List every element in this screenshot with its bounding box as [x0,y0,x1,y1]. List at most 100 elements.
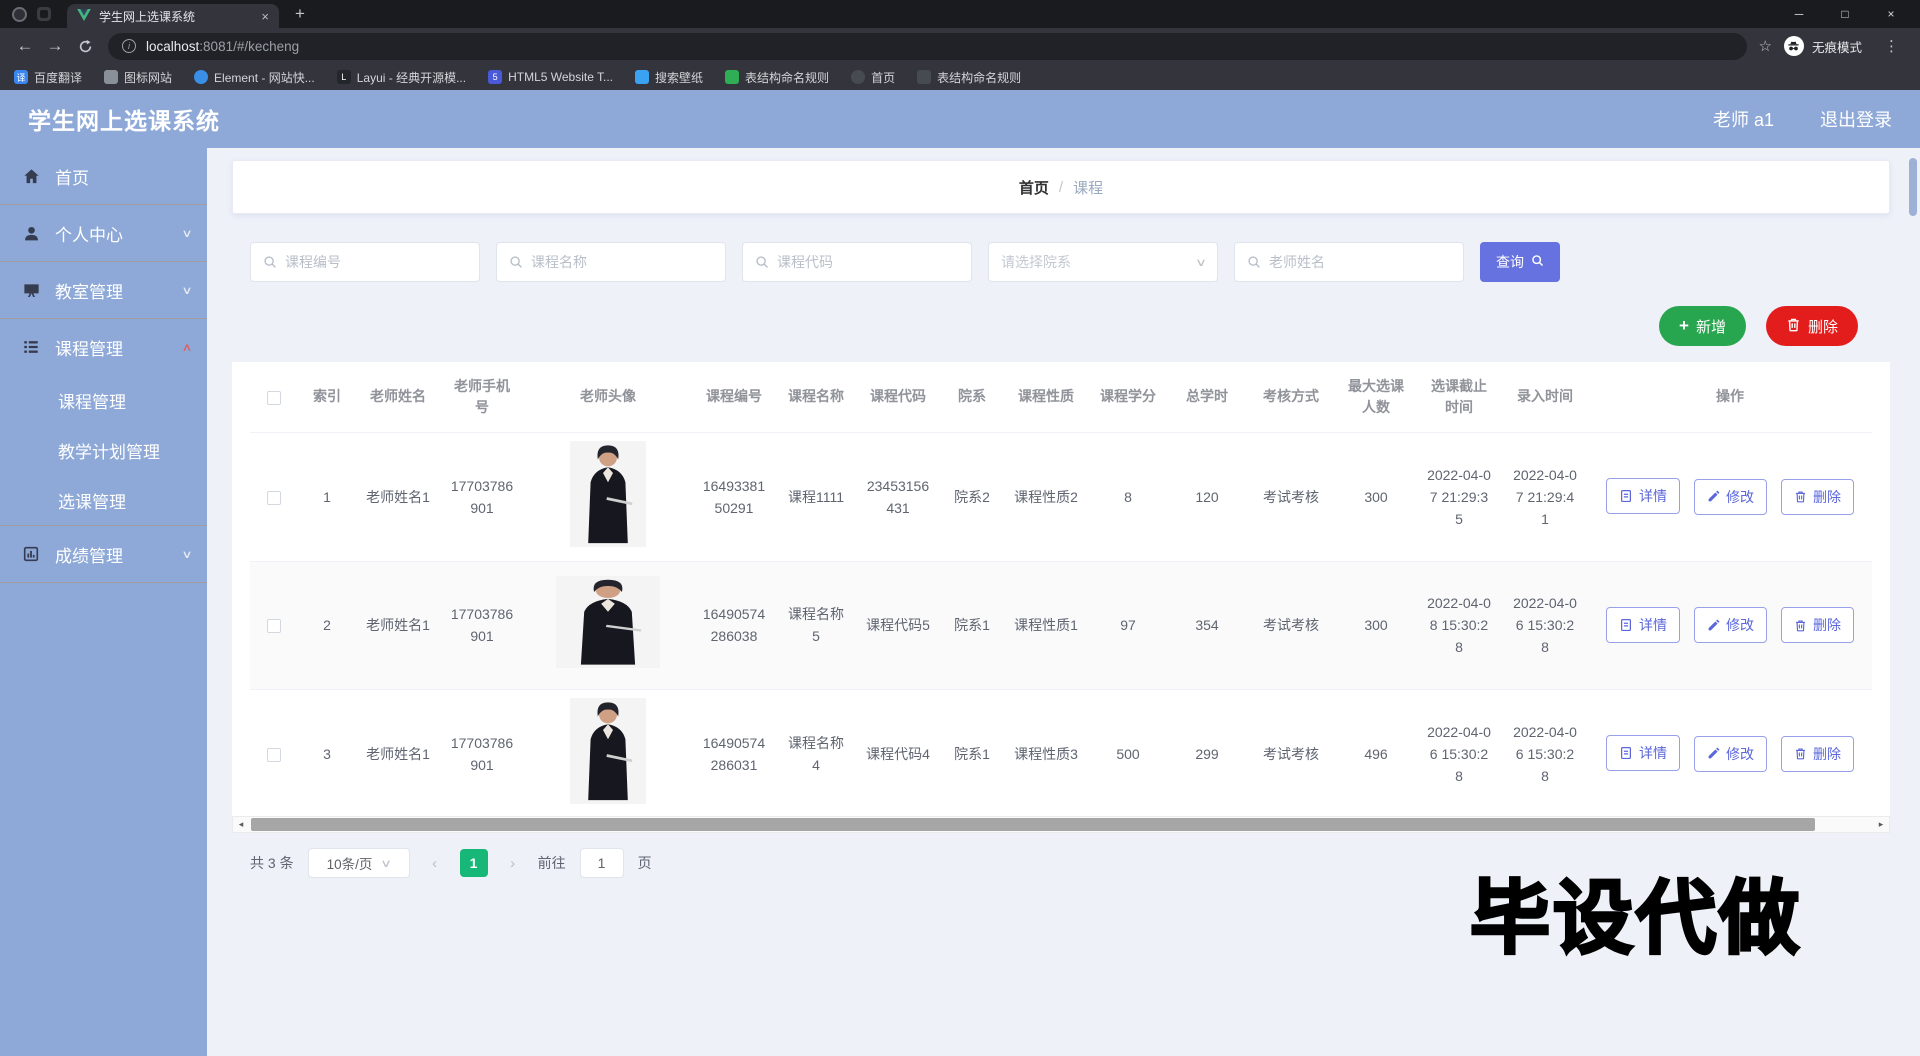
window-close-button[interactable]: × [1868,7,1914,21]
cell-entry_time: 2022-04-06 15:30:28 [1502,561,1588,690]
course-no-filter[interactable] [250,242,480,282]
cell-teacher_avatar [524,689,692,819]
course-code-filter[interactable] [742,242,972,282]
table-actions: + 新增 删除 [1659,306,1858,346]
new-tab-button[interactable]: + [295,4,305,24]
tab-close-icon[interactable]: × [261,9,269,24]
classroom-icon [22,280,42,300]
delete-button-label: 删除 [1813,488,1841,505]
cell-deadline: 2022-04-08 15:30:28 [1416,561,1502,690]
cell-deadline: 2022-04-07 21:29:35 [1416,432,1502,562]
bookmark-item[interactable]: 表结构命名规则 [917,69,1021,86]
col-header-teacher_avatar: 老师头像 [524,362,692,433]
home-icon [22,166,42,186]
col-header-total_hours: 总学时 [1168,362,1246,433]
sidebar-item-home[interactable]: 首页 [0,148,207,204]
window-minimize-button[interactable]: ─ [1776,7,1822,21]
bookmark-label: 首页 [871,70,896,85]
bookmark-item[interactable]: 5 HTML5 Website T... [488,70,613,84]
course-no-filter-input[interactable] [285,254,467,270]
teacher-name-filter-input[interactable] [1269,254,1451,270]
scrollbar-thumb[interactable] [251,818,1815,831]
browser-menu-icon[interactable]: ⋮ [1884,37,1900,55]
bookmark-item[interactable]: 首页 [851,69,895,86]
edit-button[interactable]: 修改 [1694,478,1767,515]
next-page-button[interactable]: › [502,855,524,872]
detail-button-label: 详情 [1639,616,1667,633]
course-code-filter-input[interactable] [777,254,959,270]
delete-button[interactable]: 删除 [1781,735,1854,772]
delete-button-label: 删除 [1807,318,1838,336]
sidebar-item-grade-mgmt[interactable]: 成绩管理 ∨ [0,526,207,582]
teacher-name-filter[interactable] [1234,242,1464,282]
cell-course_code: 23453156431 [856,432,940,562]
cell-course_credit: 97 [1088,561,1168,690]
sidebar-item-label: 首页 [55,168,89,188]
bookmark-label: 表结构命名规则 [937,70,1022,85]
bookmark-item[interactable]: 表结构命名规则 [725,69,829,86]
detail-button-label: 详情 [1639,745,1667,762]
address-bar[interactable]: i localhost:8081/#/kecheng [108,32,1747,60]
course-name-filter-input[interactable] [531,254,713,270]
col-header-course_nature: 课程性质 [1004,362,1088,433]
course-name-filter[interactable] [496,242,726,282]
select-all-checkbox[interactable] [267,390,281,405]
reload-button[interactable] [70,39,100,54]
cell-department: 院系1 [940,689,1004,819]
row-checkbox[interactable] [267,747,281,762]
forward-button[interactable]: → [40,36,70,56]
logout-link[interactable]: 退出登录 [1820,106,1892,132]
edit-button[interactable]: 修改 [1694,607,1767,644]
scroll-left-arrow-icon[interactable]: ◂ [233,819,249,830]
sidebar-subitem-course-selection-mgmt[interactable]: 选课管理 [0,475,207,525]
tab-workspace-icon[interactable] [37,7,51,21]
delete-button[interactable]: 删除 [1765,306,1858,346]
search-icon [1247,255,1261,269]
delete-button[interactable]: 删除 [1781,478,1854,515]
browser-tab[interactable]: 学生网上选课系统 × [67,4,279,28]
layui-site-icon: L [336,70,351,84]
detail-button[interactable]: 详情 [1606,735,1680,772]
delete-button[interactable]: 删除 [1781,607,1854,644]
sidebar-item-profile[interactable]: 个人中心 ∨ [0,205,207,261]
edit-button[interactable]: 修改 [1694,735,1767,772]
prev-page-button[interactable]: ‹ [424,855,446,872]
cell-course_no: 16490574286038 [692,561,776,690]
bookmark-item[interactable]: Element - 网站快... [194,69,315,86]
row-checkbox[interactable] [267,490,281,505]
page-size-select[interactable]: 10条/页 ∨ [307,848,410,878]
back-button[interactable]: ← [10,36,40,56]
bookmark-item[interactable]: 搜索壁纸 [635,69,703,86]
goto-page-input[interactable] [579,848,624,878]
filter-bar: 请选择院系 ∨ 查询 [250,242,1560,282]
cell-teacher_avatar [524,432,692,562]
bookmark-star-icon[interactable]: ☆ [1759,37,1772,55]
rules-site-icon-2 [917,70,932,84]
row-checkbox[interactable] [267,619,281,634]
breadcrumb-home-link[interactable]: 首页 [1019,177,1049,198]
department-filter[interactable]: 请选择院系 ∨ [988,242,1218,282]
scroll-right-arrow-icon[interactable]: ▸ [1873,819,1889,830]
window-maximize-button[interactable]: □ [1822,7,1868,21]
add-button[interactable]: + 新增 [1659,306,1746,346]
sidebar-subitem-teaching-plan-mgmt[interactable]: 教学计划管理 [0,425,207,475]
incognito-icon [1783,36,1804,56]
cell-assessment: 考试考核 [1246,432,1336,562]
bookmark-item[interactable]: 译百度翻译 [14,69,82,86]
cell-teacher_phone: 17703786901 [440,689,524,819]
detail-button[interactable]: 详情 [1606,606,1680,643]
query-button[interactable]: 查询 [1480,242,1560,282]
pagination: 共 3 条 10条/页 ∨ ‹ 1 › 前往 页 [250,848,652,878]
vertical-scrollbar-thumb[interactable] [1909,158,1917,216]
detail-button[interactable]: 详情 [1606,478,1680,515]
sidebar-item-classroom-mgmt[interactable]: 教室管理 ∨ [0,262,207,318]
sidebar-block: 成绩管理 ∨ [0,526,207,583]
sidebar-item-course-mgmt[interactable]: 课程管理 ∧ [0,319,207,375]
search-icon [1531,254,1544,270]
page-1-button[interactable]: 1 [459,849,488,877]
col-header-department: 院系 [940,362,1004,433]
bookmark-item[interactable]: 图标网站 [104,69,172,86]
sidebar-subitem-course-mgmt-sub[interactable]: 课程管理 [0,375,207,425]
bookmark-item[interactable]: L Layui - 经典开源模... [336,69,466,86]
chevron-down-icon: ∨ [380,857,393,870]
